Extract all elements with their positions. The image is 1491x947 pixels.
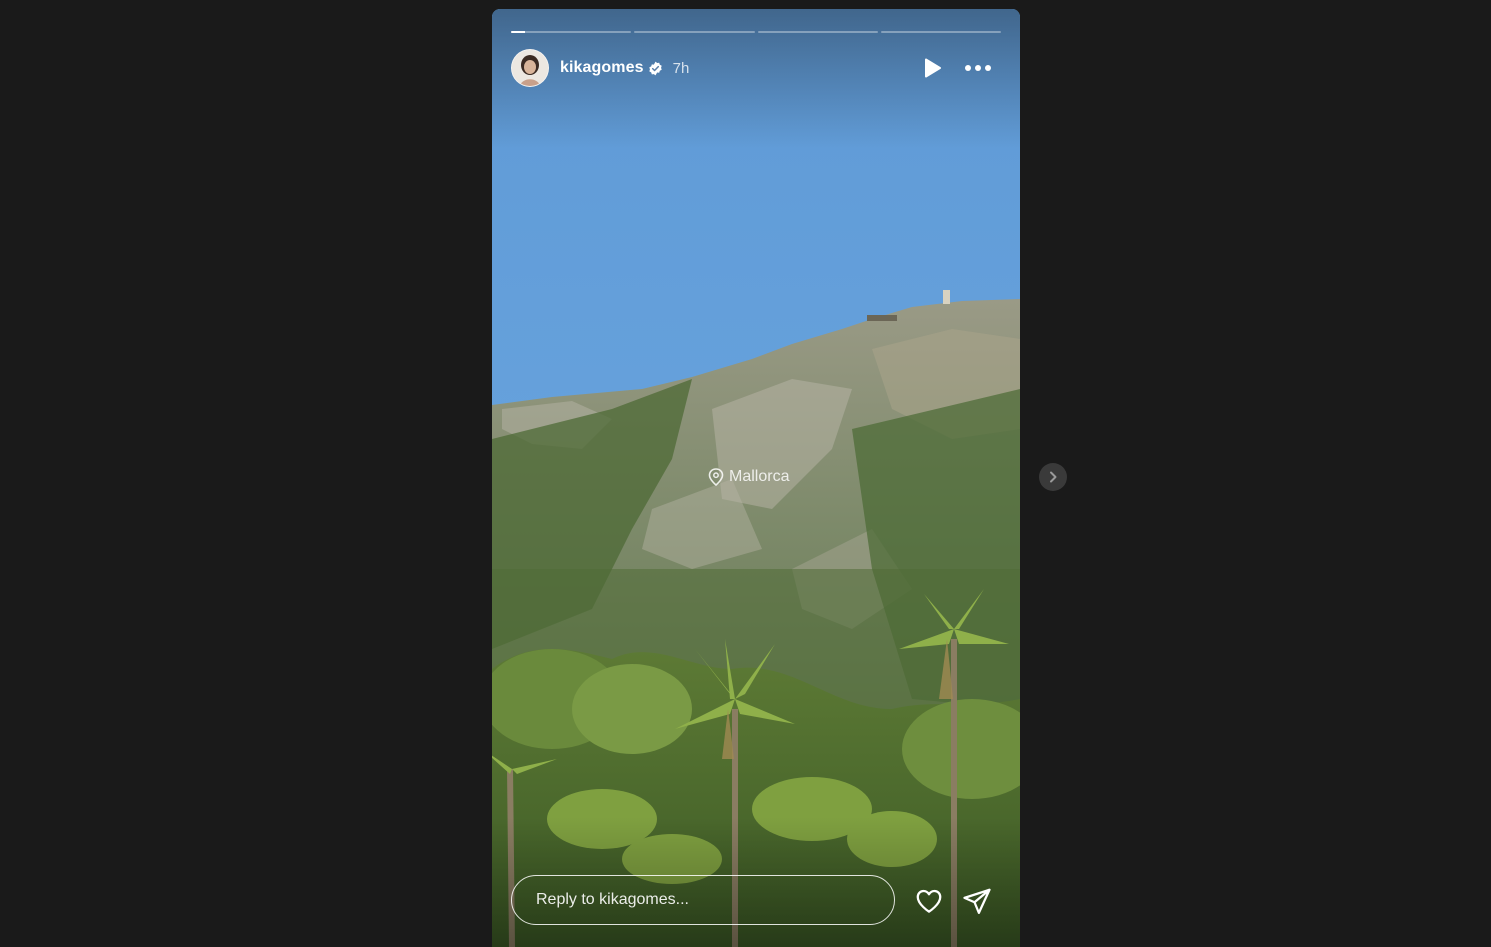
like-button[interactable] [914, 886, 944, 916]
progress-segment [511, 31, 632, 33]
progress-segment-fill [511, 31, 526, 33]
verified-badge-icon [648, 61, 663, 76]
story-username[interactable]: kikagomes [560, 59, 644, 77]
location-sticker[interactable]: Mallorca [708, 468, 789, 486]
reply-input[interactable] [511, 875, 895, 925]
avatar-image [512, 50, 548, 86]
story-header: kikagomes 7h [511, 49, 1001, 87]
header-actions [920, 56, 1001, 80]
progress-segment [880, 31, 1001, 33]
progress-segment [634, 31, 755, 33]
location-pin-icon [708, 468, 724, 486]
share-button[interactable] [962, 886, 992, 916]
more-horizontal-icon [965, 65, 991, 71]
heart-icon [916, 889, 942, 913]
story-timestamp: 7h [672, 59, 690, 77]
play-button[interactable] [920, 56, 944, 80]
more-options-button[interactable] [964, 56, 992, 80]
story-viewer-page: kikagomes 7h Mallorca Reply to kikagomes… [0, 0, 1491, 947]
paper-plane-icon [963, 888, 991, 914]
progress-segment [757, 31, 878, 33]
play-icon [925, 58, 941, 78]
avatar[interactable] [511, 49, 549, 87]
chevron-right-icon [1050, 471, 1057, 483]
next-story-button[interactable] [1039, 463, 1067, 491]
story-card[interactable]: kikagomes 7h Mallorca Reply to kikagomes… [492, 9, 1020, 947]
location-label: Mallorca [729, 468, 790, 485]
story-progress-bar [511, 31, 1001, 33]
